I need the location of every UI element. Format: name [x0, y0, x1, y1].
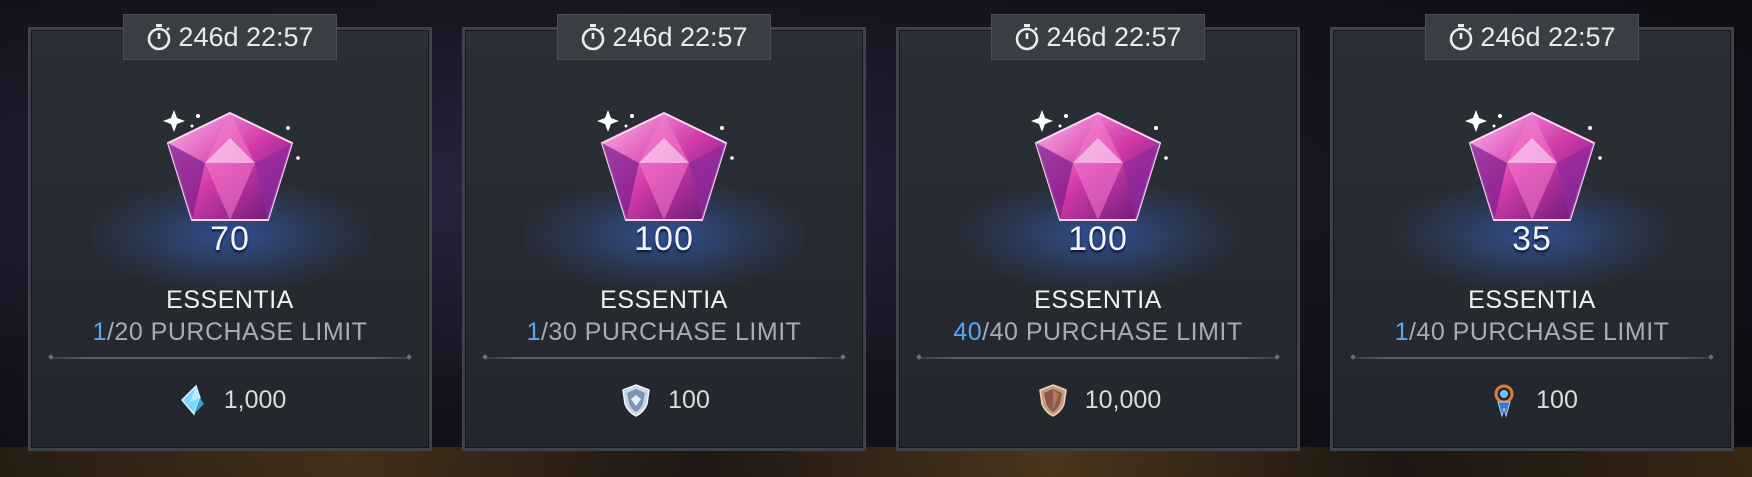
limit-current: 40 [953, 318, 983, 346]
purchase-limit: 1/20 PURCHASE LIMIT [31, 318, 429, 347]
blue-orb-token-icon [1494, 384, 1514, 418]
crystal-shard-icon [180, 384, 204, 416]
gem-amount: 35 [1512, 220, 1552, 258]
essentia-gem-icon [597, 110, 734, 221]
stopwatch-icon [582, 24, 605, 51]
divider [1353, 357, 1711, 359]
gem-amount: 100 [634, 220, 694, 258]
item-title: ESSENTIA [600, 286, 728, 314]
price-button[interactable]: 10,000 [899, 382, 1297, 418]
gem-amount: 100 [1068, 220, 1128, 258]
silver-shield-icon [622, 384, 650, 417]
timer-badge: 246d 22:57 [557, 14, 771, 60]
timer-badge: 246d 22:57 [1425, 14, 1639, 60]
price-value: 100 [1536, 385, 1578, 414]
bronze-shield-icon [1038, 384, 1067, 417]
stopwatch-icon [148, 24, 171, 51]
item-title: ESSENTIA [166, 286, 294, 314]
stopwatch-icon [1450, 24, 1473, 51]
divider [919, 357, 1277, 359]
divider [485, 357, 843, 359]
timer-text: 246d 22:57 [1046, 21, 1182, 52]
stopwatch-icon [1016, 24, 1039, 51]
limit-rest: /30 PURCHASE LIMIT [540, 318, 802, 346]
offer-card-2[interactable]: 246d 22:57 100 ESSENTIA 1/30 PURCHASE LI… [462, 14, 866, 451]
background-decoration [0, 447, 1752, 477]
limit-rest: /40 PURCHASE LIMIT [982, 318, 1243, 346]
limit-current: 1 [92, 318, 107, 346]
essentia-gem-icon [1031, 110, 1168, 221]
price-button[interactable]: 100 [1333, 382, 1731, 418]
price-button[interactable]: 100 [465, 382, 863, 418]
purchase-limit: 40/40 PURCHASE LIMIT [899, 318, 1297, 347]
offer-card-4[interactable]: 246d 22:57 35 ESSENTIA 1/40 PURCHASE LIM… [1330, 14, 1734, 451]
item-title: ESSENTIA [1034, 286, 1162, 314]
timer-text: 246d 22:57 [1480, 21, 1616, 52]
timer-badge: 246d 22:57 [991, 14, 1205, 60]
timer-text: 246d 22:57 [612, 21, 748, 52]
timer-badge: 246d 22:57 [123, 14, 337, 60]
item-title: ESSENTIA [1468, 286, 1596, 314]
timer-text: 246d 22:57 [178, 21, 314, 52]
price-value: 10,000 [1084, 385, 1162, 414]
essentia-gem-icon [163, 110, 300, 221]
purchase-limit: 1/40 PURCHASE LIMIT [1333, 318, 1731, 347]
limit-current: 1 [526, 318, 541, 346]
offer-card-1[interactable]: 246d 22:57 70 ESSENTIA 1/20 PURCHASE LIM… [28, 14, 432, 451]
limit-rest: /40 PURCHASE LIMIT [1408, 318, 1670, 346]
gem-amount: 70 [210, 220, 250, 258]
purchase-limit: 1/30 PURCHASE LIMIT [465, 318, 863, 347]
price-value: 100 [668, 385, 710, 414]
offer-card-3[interactable]: 246d 22:57 100 ESSENTIA 40/40 PURCHASE L… [896, 14, 1300, 451]
limit-current: 1 [1394, 318, 1409, 346]
divider [51, 357, 409, 359]
limit-rest: /20 PURCHASE LIMIT [106, 318, 368, 346]
price-button[interactable]: 1,000 [31, 382, 429, 418]
essentia-gem-icon [1465, 110, 1602, 221]
price-value: 1,000 [223, 385, 287, 414]
